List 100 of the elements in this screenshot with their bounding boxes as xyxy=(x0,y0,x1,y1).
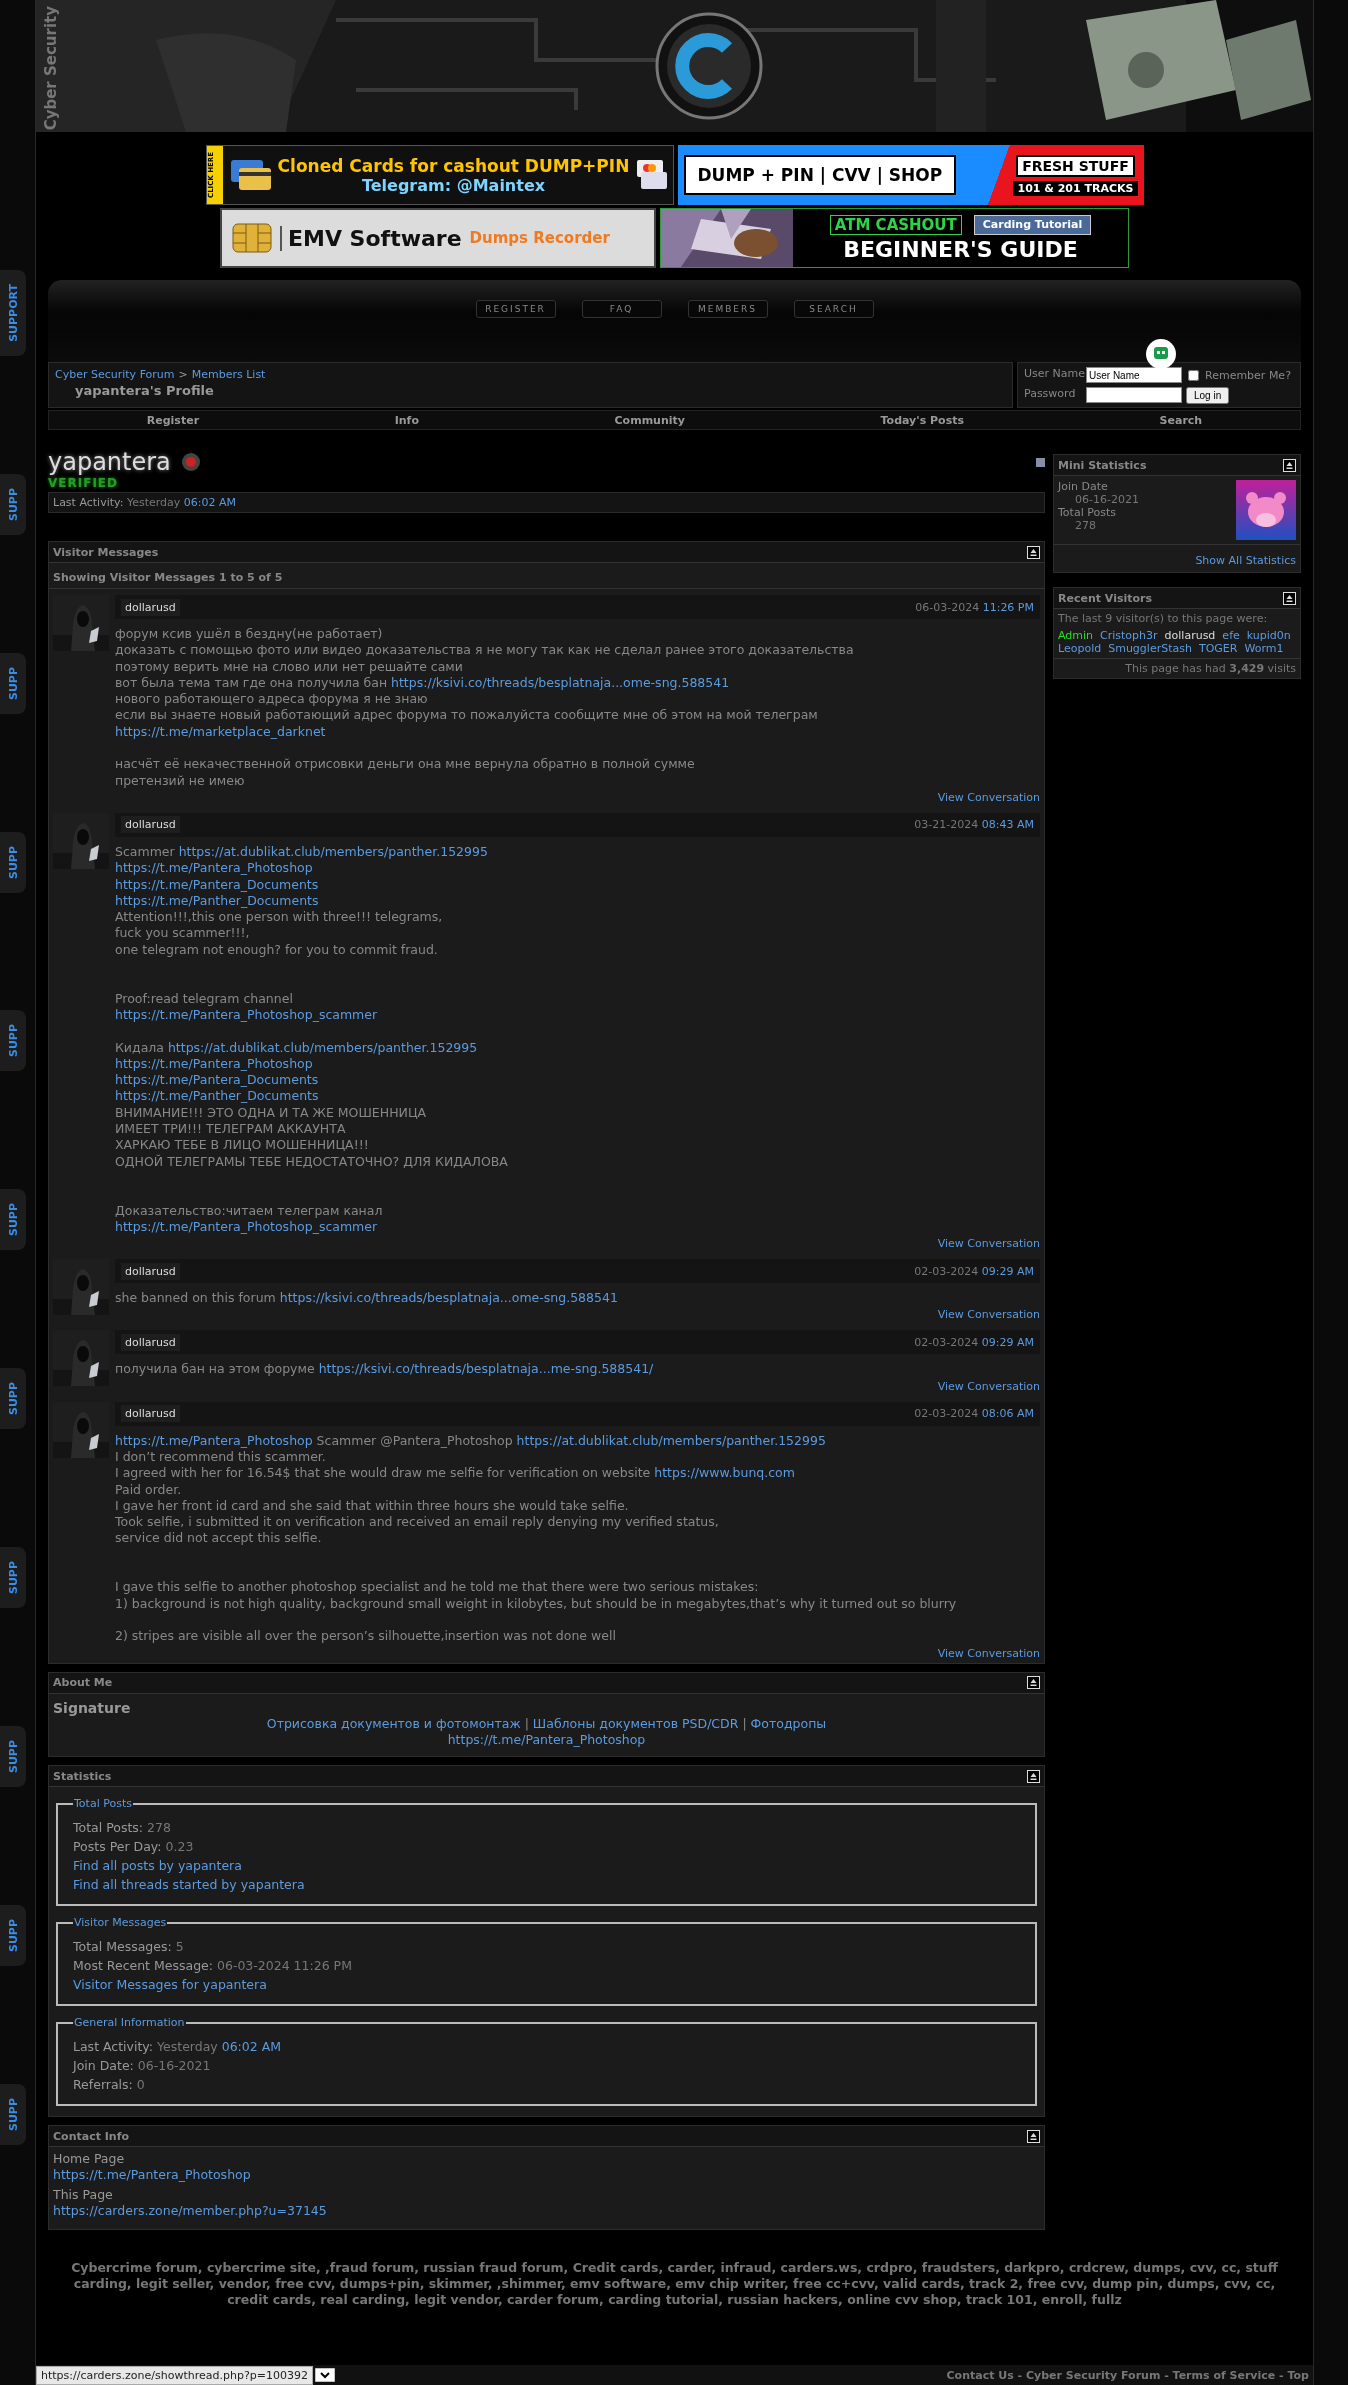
footer-link[interactable]: Terms of Service xyxy=(1172,2368,1276,2382)
view-conversation-link[interactable]: View Conversation xyxy=(937,790,1040,804)
message-line: service did not accept this selfie. xyxy=(115,1530,323,1547)
link[interactable]: https://t.me/Pantera_Photoshop xyxy=(115,1432,313,1448)
contact-link[interactable]: https://t.me/Pantera_Photoshop xyxy=(53,2167,251,2183)
support-tab[interactable]: SUPP xyxy=(0,1905,26,1966)
collapse-icon[interactable] xyxy=(1027,2129,1040,2143)
visitor-link[interactable]: Worm1 xyxy=(1244,642,1284,655)
navbar-link[interactable]: Search xyxy=(1159,413,1203,427)
link[interactable]: https://t.me/Pantera_Documents xyxy=(115,1072,319,1088)
show-statistics-link[interactable]: Show All Statistics xyxy=(1195,554,1296,567)
link[interactable]: https://t.me/Panther_Documents xyxy=(115,892,319,908)
stat-link[interactable]: Find all threads started by yapantera xyxy=(73,1877,305,1893)
nav-button[interactable]: SEARCH xyxy=(793,300,874,318)
link[interactable]: https://ksivi.co/threads/besplatnaja...ome-sng.588541 xyxy=(279,1290,618,1306)
link[interactable]: https://at.dublikat.club/members/panther.152995 xyxy=(178,843,488,859)
view-conversation-link[interactable]: View Conversation xyxy=(937,1237,1040,1251)
link[interactable]: https://t.me/Pantera_Photoshop xyxy=(447,1731,646,1747)
link[interactable]: https://t.me/marketplace_darknet xyxy=(115,723,326,739)
collapse-icon[interactable] xyxy=(1027,1676,1040,1690)
link[interactable]: Отрисовка документов и фотомонтаж xyxy=(266,1715,521,1731)
message-author[interactable]: dollarusd xyxy=(121,598,180,616)
navbar-link[interactable]: Register xyxy=(146,413,200,427)
visitor-link[interactable]: TOGER xyxy=(1198,642,1238,655)
link[interactable]: https://t.me/Panther_Documents xyxy=(115,1088,319,1104)
support-tab[interactable]: SUPP xyxy=(0,1189,26,1251)
support-tab[interactable]: SUPP xyxy=(0,1368,26,1430)
footer-link[interactable]: Top xyxy=(1287,2368,1309,2382)
visitor-link[interactable]: Leopold xyxy=(1058,642,1102,655)
view-conversation-link[interactable]: View Conversation xyxy=(937,1379,1040,1393)
ad-banner[interactable]: ATM CASHOUT Carding Tutorial BEGINNER'S GUIDE xyxy=(660,208,1129,268)
navbar-link[interactable]: Today's Posts xyxy=(880,413,964,427)
message-line: насчёт её некачественной отрисовки деньги она мне вернула обратно в полной сумме xyxy=(115,756,696,773)
collapse-icon[interactable] xyxy=(1027,545,1040,559)
support-tab[interactable]: SUPP xyxy=(0,1726,26,1788)
extension-icon[interactable] xyxy=(1146,339,1176,369)
footer-link[interactable]: Contact Us xyxy=(946,2368,1014,2382)
link[interactable]: https://at.dublikat.club/members/panther.152995 xyxy=(167,1039,478,1055)
link[interactable]: https://at.dublikat.club/members/panther.152995 xyxy=(516,1432,826,1448)
visitor-link[interactable]: dollarusd xyxy=(1164,629,1216,642)
contact-link[interactable]: https://carders.zone/member.php?u=37145 xyxy=(53,2203,327,2219)
link[interactable]: https://ksivi.co/threads/besplatnaja...me-sng.588541/ xyxy=(318,1361,654,1377)
link[interactable]: Шаблоны документов PSD/CDR xyxy=(532,1715,739,1731)
stat-link[interactable]: Find all posts by yapantera xyxy=(73,1858,242,1874)
dropdown-icon[interactable] xyxy=(314,2368,335,2382)
nav-button[interactable]: MEMBERS xyxy=(687,300,768,318)
visitor-link[interactable]: Admin xyxy=(1058,629,1094,642)
link[interactable]: https://www.bunq.com xyxy=(654,1465,795,1481)
support-tab[interactable]: SUPP xyxy=(0,1010,26,1072)
collapse-icon[interactable] xyxy=(1027,1769,1040,1783)
message-line: Proof:read telegram channel xyxy=(115,990,294,1007)
link[interactable]: https://t.me/Pantera_Photoshop xyxy=(115,860,313,876)
ad-tag: Carding Tutorial xyxy=(973,214,1092,235)
message-line: претензий не имею xyxy=(115,772,246,789)
message-author[interactable]: dollarusd xyxy=(121,816,180,834)
visitor-link[interactable]: efe xyxy=(1222,629,1240,642)
support-tab[interactable]: SUPP xyxy=(0,2083,26,2145)
support-tab[interactable]: SUPP xyxy=(0,473,26,535)
message-author[interactable]: dollarusd xyxy=(121,1333,180,1351)
navbar-link[interactable]: Community xyxy=(614,413,685,427)
logo[interactable] xyxy=(655,12,763,120)
footer-separator: - xyxy=(1163,2368,1170,2382)
link[interactable]: https://ksivi.co/threads/besplatnaja...ome-sng.588541 xyxy=(391,674,730,690)
message-line: ВНИМАНИЕ!!! ЭТО ОДНА И ТА ЖЕ МОШЕННИЦА xyxy=(115,1104,428,1121)
collapse-icon[interactable] xyxy=(1283,591,1296,605)
link[interactable]: https://t.me/Pantera_Photoshop_scammer xyxy=(115,1006,378,1022)
visitor-link[interactable]: Cristoph3r xyxy=(1100,629,1158,642)
nav-button[interactable]: REGISTER xyxy=(475,300,556,318)
footer-link[interactable]: Cyber Security Forum xyxy=(1026,2368,1161,2382)
view-conversation-link[interactable]: View Conversation xyxy=(937,1646,1040,1660)
message-author[interactable]: dollarusd xyxy=(121,1405,180,1423)
link[interactable]: https://t.me/Pantera_Documents xyxy=(115,876,319,892)
nav-button[interactable]: FAQ xyxy=(581,300,662,318)
support-tab[interactable]: SUPPORT xyxy=(0,270,26,356)
breadcrumb-link[interactable]: Cyber Security Forum xyxy=(55,368,175,381)
support-tab[interactable]: SUPP xyxy=(0,1547,26,1609)
stat-value: 278 xyxy=(1074,519,1097,532)
support-tab[interactable]: SUPP xyxy=(0,652,26,714)
view-conversation-link[interactable]: View Conversation xyxy=(937,1308,1040,1322)
link[interactable]: https://t.me/Pantera_Photoshop_scammer xyxy=(115,1218,378,1234)
message-line: 1) background is not high quality, background small weight in kilobytes, but should be in megabytes,that’s why it turned out so blurry xyxy=(115,1595,958,1612)
message-line: Took selfie, i submitted it on verification and received an email reply denying my verified status, xyxy=(115,1514,720,1531)
visitor-link[interactable]: SmugglerStash xyxy=(1108,642,1192,655)
link[interactable]: https://t.me/Pantera_Photoshop xyxy=(115,1055,313,1071)
username-field[interactable]: User Name xyxy=(1086,367,1182,383)
login-button[interactable]: Log in xyxy=(1186,387,1230,404)
support-tab[interactable]: SUPP xyxy=(0,831,26,893)
ad-banner[interactable]: EMV Software Dumps Recorder xyxy=(220,208,656,268)
toggle-icon[interactable] xyxy=(1036,457,1045,467)
ad-banner[interactable]: DUMP + PIN | CVV | SHOP FRESH STUFF 101 & 201 TRACKS xyxy=(677,145,1144,205)
visitors-intro: The last 9 visitor(s) to this page were: xyxy=(1058,612,1269,625)
message-author[interactable]: dollarusd xyxy=(121,1262,180,1280)
breadcrumb-link[interactable]: Members List xyxy=(191,368,266,381)
link[interactable]: Фотодропы xyxy=(750,1715,827,1731)
remember-checkbox[interactable] xyxy=(1188,369,1199,381)
password-field[interactable] xyxy=(1086,387,1182,403)
navbar-link[interactable]: Info xyxy=(394,413,419,427)
stat-link[interactable]: Visitor Messages for yapantera xyxy=(73,1977,267,1993)
collapse-icon[interactable] xyxy=(1283,458,1296,472)
visitor-link[interactable]: kupid0n xyxy=(1246,629,1291,642)
